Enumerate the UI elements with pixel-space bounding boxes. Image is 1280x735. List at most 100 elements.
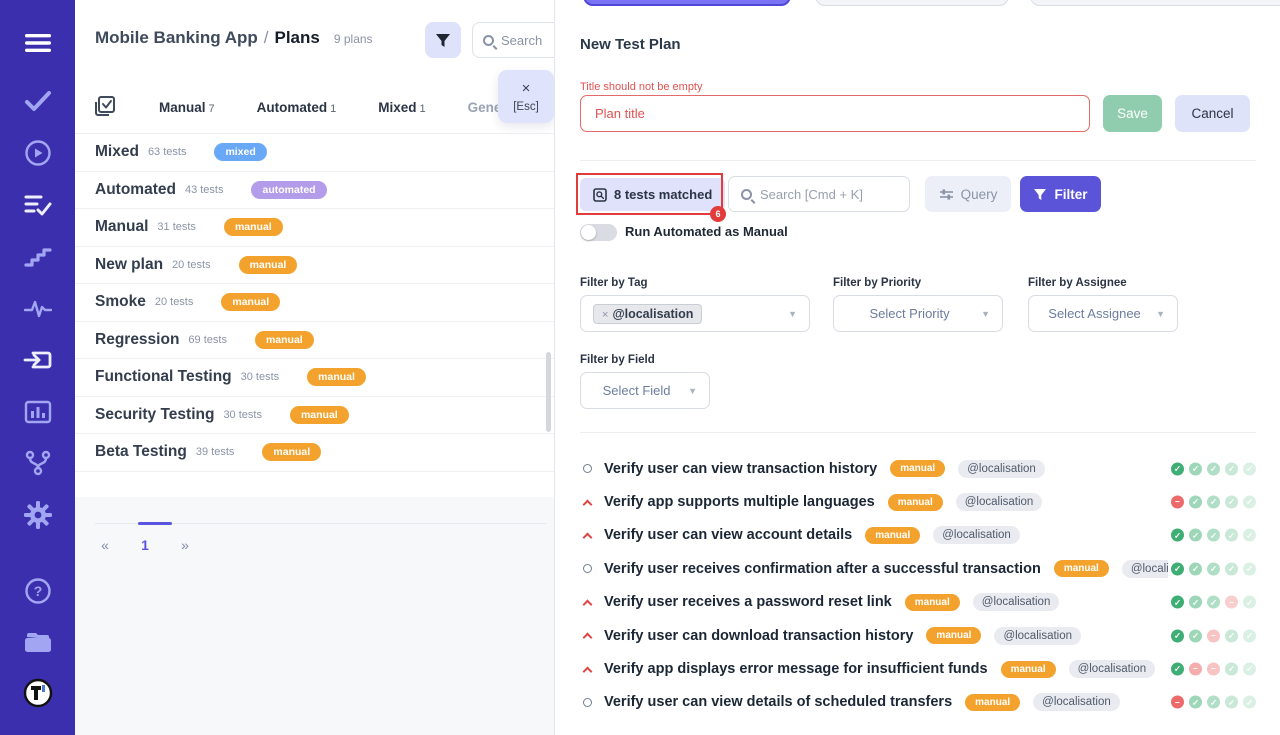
tests-check-icon[interactable] (0, 86, 75, 116)
filter-priority-select[interactable]: Select Priority▼ (833, 295, 1003, 332)
plan-type-badge: automated (251, 181, 326, 199)
manual-badge: manual (905, 594, 960, 611)
pagination-prev-button[interactable]: « (95, 537, 115, 553)
search-icon (741, 189, 752, 200)
plan-title: Beta Testing (95, 443, 187, 461)
plan-list-item[interactable]: Automated 43 tests automated (75, 172, 554, 210)
filter-assignee-label: Filter by Assignee (1028, 277, 1127, 289)
query-button[interactable]: Query (925, 176, 1011, 212)
test-row[interactable]: Verify user receives confirmation after … (580, 552, 1256, 585)
pulse-icon[interactable] (0, 294, 75, 324)
plan-test-count: 20 tests (172, 259, 211, 271)
select-all-icon[interactable] (95, 96, 117, 118)
app-logo[interactable] (0, 678, 75, 708)
filter-assignee-select[interactable]: Select Assignee▼ (1028, 295, 1178, 332)
test-row[interactable]: Verify app displays error message for in… (580, 652, 1256, 685)
plan-list: Mixed 63 tests mixed Automated 43 tests … (75, 134, 554, 472)
plan-title-input[interactable] (580, 95, 1090, 132)
filter-tag-label: Filter by Tag (580, 277, 648, 289)
signin-icon[interactable] (0, 345, 75, 375)
breadcrumb-separator: / (258, 28, 275, 47)
tab-manual[interactable]: Manual7 (159, 100, 215, 115)
test-row[interactable]: Verify user receives a password reset li… (580, 586, 1256, 619)
plans-scrollbar-thumb[interactable] (546, 352, 551, 432)
menu-icon[interactable] (0, 28, 75, 58)
chip-remove-icon[interactable]: × (602, 309, 608, 321)
form-divider (580, 160, 1256, 161)
plans-list-icon[interactable] (0, 190, 75, 220)
pagination-next-button[interactable]: » (175, 537, 195, 553)
tests-matched-button[interactable]: 8 tests matched (580, 178, 725, 211)
chevron-down-icon: ▼ (688, 386, 697, 396)
toggle-label: Run Automated as Manual (625, 224, 788, 239)
cancel-button[interactable]: Cancel (1175, 95, 1250, 132)
settings-gear-icon[interactable] (0, 500, 75, 530)
save-button[interactable]: Save (1103, 95, 1162, 132)
priority-icon (580, 497, 594, 508)
test-row[interactable]: Verify app supports multiple languages m… (580, 485, 1256, 518)
plan-list-item[interactable]: Mixed 63 tests mixed (75, 134, 554, 172)
esc-popup[interactable]: × [Esc] (498, 70, 554, 123)
plan-list-item[interactable]: Smoke 20 tests manual (75, 284, 554, 322)
run-automated-toggle[interactable] (580, 224, 617, 241)
filter-field-label: Filter by Field (580, 354, 655, 366)
runs-play-icon[interactable] (0, 138, 75, 168)
plan-type-badge: manual (307, 368, 366, 386)
tag-badge[interactable]: @localisation (1033, 693, 1120, 711)
help-icon[interactable]: ? (0, 576, 75, 606)
tag-badge[interactable]: @localisation (973, 593, 1060, 611)
filter-field-select[interactable]: Select Field▼ (580, 372, 710, 409)
plans-filter-button[interactable] (425, 22, 461, 58)
plan-list-item[interactable]: Functional Testing 30 tests manual (75, 359, 554, 397)
status-fail-icon: − (1171, 696, 1184, 709)
pagination-page-1[interactable]: 1 (125, 537, 165, 553)
chevron-down-icon: ▼ (788, 309, 797, 319)
plans-search-input[interactable] (501, 33, 555, 48)
top-cutoff-button-primary[interactable] (583, 0, 791, 6)
test-title: Verify user receives a password reset li… (604, 594, 892, 610)
plans-search-box[interactable] (472, 22, 555, 58)
tab-automated[interactable]: Automated1 (257, 100, 337, 115)
test-title: Verify user receives confirmation after … (604, 561, 1041, 577)
tag-badge[interactable]: @localisation (956, 493, 1043, 511)
close-icon[interactable]: × (522, 81, 531, 97)
branches-icon[interactable] (0, 448, 75, 478)
tests-search-box[interactable] (728, 176, 910, 212)
status-pass-icon: ✓ (1243, 596, 1256, 609)
status-pass-icon: ✓ (1207, 562, 1220, 575)
tag-chip[interactable]: ×@localisation (593, 304, 702, 324)
tag-badge[interactable]: @localisation (958, 460, 1045, 478)
filter-button[interactable]: Filter (1020, 176, 1101, 212)
tag-badge[interactable]: @localisation (933, 526, 1020, 544)
test-row[interactable]: Verify user can view account details man… (580, 519, 1256, 552)
tag-badge[interactable]: @localisation (1122, 560, 1168, 578)
status-pass-icon: ✓ (1171, 663, 1184, 676)
plan-list-item[interactable]: Regression 69 tests manual (75, 322, 554, 360)
top-cutoff-button-secondary[interactable] (815, 0, 1009, 6)
chevron-down-icon: ▼ (981, 309, 990, 319)
test-title: Verify user can download transaction his… (604, 628, 913, 644)
sliders-icon (939, 188, 954, 201)
plan-list-item[interactable]: Security Testing 30 tests manual (75, 397, 554, 435)
top-cutoff-button-tertiary[interactable] (1030, 0, 1280, 6)
filter-tag-select[interactable]: ×@localisation ▼ (580, 295, 810, 332)
svg-text:?: ? (33, 583, 42, 599)
breadcrumb-project[interactable]: Mobile Banking App (95, 28, 258, 47)
status-dots: ✓✓✓✓✓ (1171, 529, 1256, 542)
test-row[interactable]: Verify user can download transaction his… (580, 619, 1256, 652)
plan-list-item[interactable]: Beta Testing 39 tests manual (75, 434, 554, 472)
projects-folder-icon[interactable] (0, 628, 75, 658)
plan-list-item[interactable]: Manual 31 tests manual (75, 209, 554, 247)
tests-search-input[interactable] (760, 187, 900, 202)
test-row[interactable]: Verify user can view transaction history… (580, 452, 1256, 485)
manual-badge: manual (926, 627, 981, 644)
plan-type-badge: manual (255, 331, 314, 349)
test-row[interactable]: Verify user can view details of schedule… (580, 686, 1256, 719)
tag-badge[interactable]: @localisation (1069, 660, 1156, 678)
analytics-icon[interactable] (0, 397, 75, 427)
steps-icon[interactable] (0, 242, 75, 272)
manual-badge: manual (888, 494, 943, 511)
tab-mixed[interactable]: Mixed1 (378, 100, 425, 115)
tag-badge[interactable]: @localisation (994, 627, 1081, 645)
plan-list-item[interactable]: New plan 20 tests manual (75, 247, 554, 285)
